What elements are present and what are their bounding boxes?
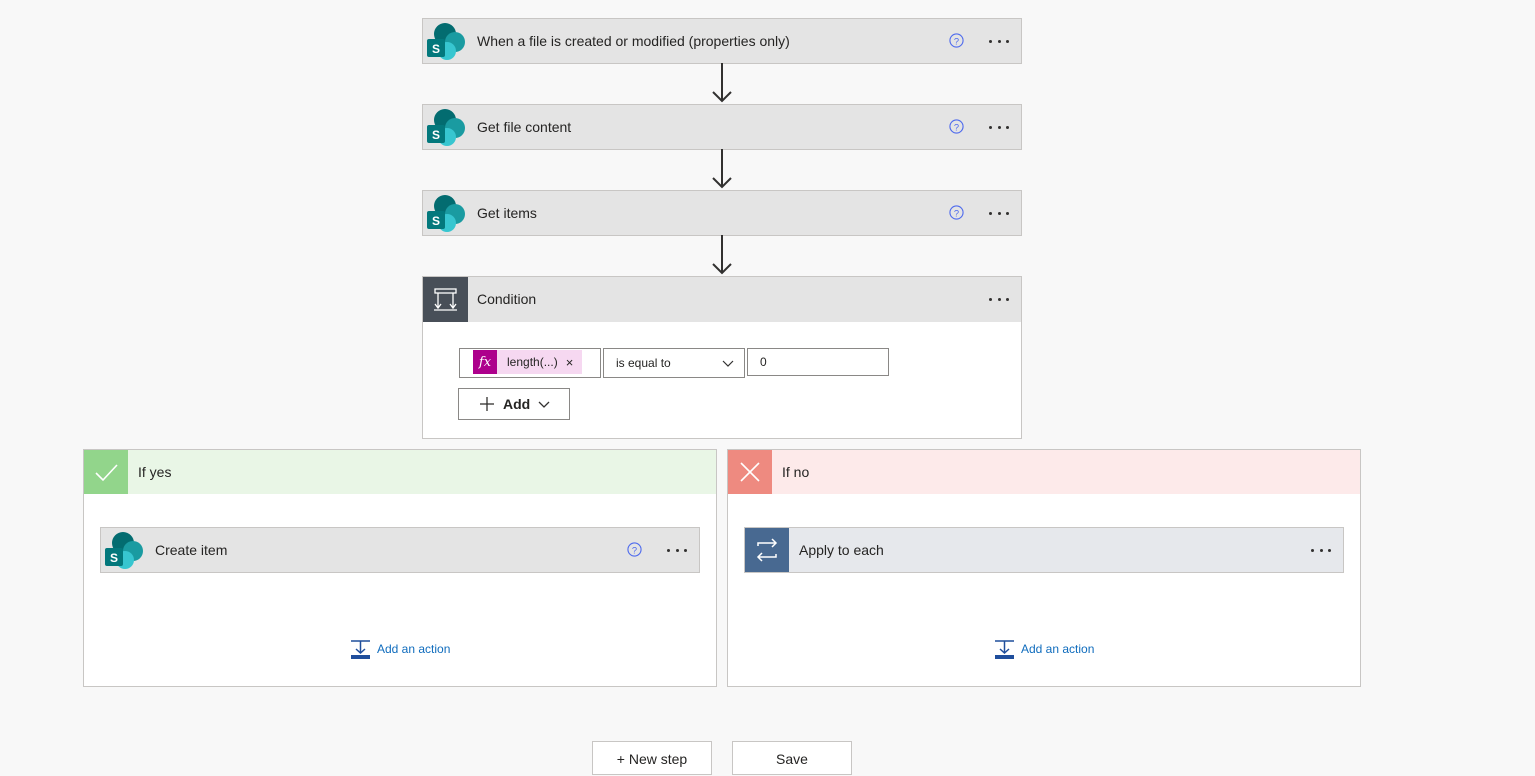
- svg-text:?: ?: [954, 122, 959, 132]
- more-options-button[interactable]: [985, 29, 1013, 53]
- step-card-apply-to-each[interactable]: Apply to each: [744, 527, 1344, 573]
- condition-header[interactable]: Condition: [423, 277, 1021, 322]
- sharepoint-icon: S: [427, 109, 465, 146]
- sharepoint-icon: S: [105, 532, 143, 569]
- help-icon[interactable]: ?: [949, 33, 964, 48]
- step-title: Create item: [155, 542, 228, 558]
- operator-value: is equal to: [616, 356, 671, 370]
- condition-value: 0: [760, 355, 767, 369]
- branch-title: If no: [782, 464, 810, 480]
- more-options-button[interactable]: [985, 201, 1013, 225]
- save-button[interactable]: Save: [732, 741, 852, 775]
- more-options-button[interactable]: [985, 115, 1013, 139]
- help-icon[interactable]: ?: [627, 542, 642, 557]
- new-step-button[interactable]: + New step: [592, 741, 712, 775]
- loop-icon: [745, 528, 789, 572]
- chevron-down-icon: [722, 360, 734, 367]
- svg-text:?: ?: [954, 208, 959, 218]
- svg-text:?: ?: [632, 545, 637, 555]
- add-action-label: Add an action: [1021, 642, 1095, 656]
- plus-icon: [480, 397, 494, 411]
- condition-title: Condition: [477, 291, 537, 307]
- condition-card: Condition fx length(...) × is equal to 0…: [422, 276, 1022, 439]
- help-icon[interactable]: ?: [949, 205, 964, 220]
- token-label: length(...): [507, 355, 558, 369]
- help-icon[interactable]: ?: [949, 119, 964, 134]
- add-condition-button[interactable]: Add: [458, 388, 570, 420]
- operator-dropdown[interactable]: is equal to: [603, 348, 745, 378]
- more-options-button[interactable]: [663, 538, 691, 562]
- more-options-button[interactable]: [985, 287, 1013, 311]
- add-action-icon: [351, 639, 370, 659]
- add-action-button[interactable]: Add an action: [350, 638, 450, 660]
- svg-text:S: S: [432, 42, 440, 56]
- step-card-get-file-content[interactable]: S Get file content ?: [422, 104, 1022, 150]
- branch-title: If yes: [138, 464, 172, 480]
- branch-yes-header[interactable]: If yes: [84, 450, 716, 494]
- connector-arrow: [712, 235, 732, 275]
- connector-arrow: [712, 63, 732, 103]
- connector-arrow: [712, 149, 732, 189]
- chevron-down-icon: [538, 401, 550, 408]
- step-card-trigger[interactable]: S When a file is created or modified (pr…: [422, 18, 1022, 64]
- condition-icon: [423, 277, 468, 322]
- svg-text:S: S: [110, 551, 118, 565]
- close-icon: [728, 450, 772, 494]
- step-title: Get items: [477, 205, 537, 221]
- branch-no-header[interactable]: If no: [728, 450, 1360, 494]
- branch-if-no: If no Apply to each Add an action: [727, 449, 1361, 687]
- branch-if-yes: If yes S Create item ? Add an action: [83, 449, 717, 687]
- step-card-create-item[interactable]: S Create item ?: [100, 527, 700, 573]
- add-action-button[interactable]: Add an action: [994, 638, 1094, 660]
- svg-text:?: ?: [954, 36, 959, 46]
- svg-text:S: S: [432, 128, 440, 142]
- step-title: Apply to each: [799, 542, 884, 558]
- add-label: Add: [503, 396, 531, 412]
- function-icon: fx: [473, 350, 497, 374]
- step-card-get-items[interactable]: S Get items ?: [422, 190, 1022, 236]
- sharepoint-icon: S: [427, 23, 465, 60]
- more-options-button[interactable]: [1307, 538, 1335, 562]
- condition-left-operand[interactable]: fx length(...) ×: [459, 348, 601, 378]
- expression-token[interactable]: fx length(...) ×: [473, 350, 582, 374]
- add-action-label: Add an action: [377, 642, 451, 656]
- add-action-icon: [995, 639, 1014, 659]
- condition-value-input[interactable]: 0: [747, 348, 889, 376]
- step-title: When a file is created or modified (prop…: [477, 33, 790, 49]
- check-icon: [84, 450, 128, 494]
- remove-token-button[interactable]: ×: [566, 355, 574, 370]
- svg-text:S: S: [432, 214, 440, 228]
- sharepoint-icon: S: [427, 195, 465, 232]
- step-title: Get file content: [477, 119, 572, 135]
